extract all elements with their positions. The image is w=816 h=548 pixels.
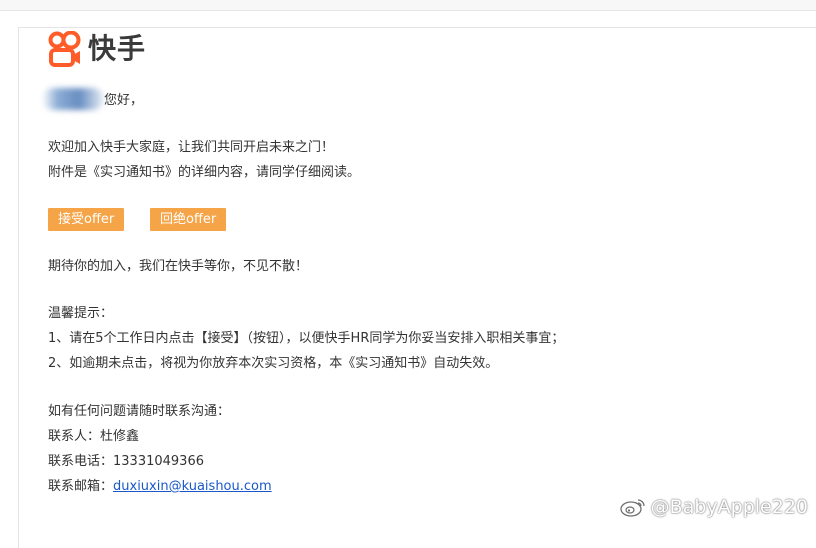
recipient-name-redacted [42, 88, 104, 110]
contact-person-label: 联系人： [48, 429, 101, 444]
intro-line-1: 欢迎加入快手大家庭，让我们共同开启未来之门！ [48, 140, 335, 155]
weibo-icon [620, 499, 645, 517]
contact-email-row: 联系邮箱：duxiuxin@kuaishou.com [48, 478, 272, 496]
watermark-text: @BabyApple220 [650, 496, 808, 518]
closing-message: 期待你的加入，我们在快手等你，不见不散！ [48, 259, 309, 274]
contact-person-value: 杜修鑫 [100, 429, 140, 444]
contact-phone-label: 联系电话： [48, 454, 114, 469]
contact-person-row: 联系人：杜修鑫 [48, 428, 139, 446]
contact-email-label: 联系邮箱： [48, 479, 114, 494]
tip-item-2: 2、如逾期未点击，将视为你放弃本次实习资格，本《实习通知书》自动失效。 [48, 356, 499, 371]
contact-phone-row: 联系电话：13331049366 [48, 453, 204, 471]
contact-heading: 如有任何问题请随时联系沟通： [48, 404, 231, 419]
watermark: @BabyApple220 [619, 496, 808, 518]
top-border [0, 0, 816, 11]
kuaishou-logo-icon [48, 31, 81, 67]
greeting-salutation: 您好， [104, 93, 144, 108]
contact-phone-value: 13331049366 [113, 454, 204, 469]
tips-heading: 温馨提示： [48, 306, 114, 321]
tip-item-1: 1、请在5个工作日内点击【接受】（按钮），以便快手HR同学为你妥当安排入职相关事… [48, 331, 565, 346]
brand-name: 快手 [88, 32, 147, 65]
reject-offer-button[interactable]: 回绝offer [150, 208, 227, 231]
intro-line-2: 附件是《实习通知书》的详细内容，请同学仔细阅读。 [48, 165, 361, 180]
accept-offer-button[interactable]: 接受offer [48, 208, 125, 231]
brand-logo: 快手 [48, 30, 146, 68]
contact-email-link[interactable]: duxiuxin@kuaishou.com [113, 479, 272, 494]
